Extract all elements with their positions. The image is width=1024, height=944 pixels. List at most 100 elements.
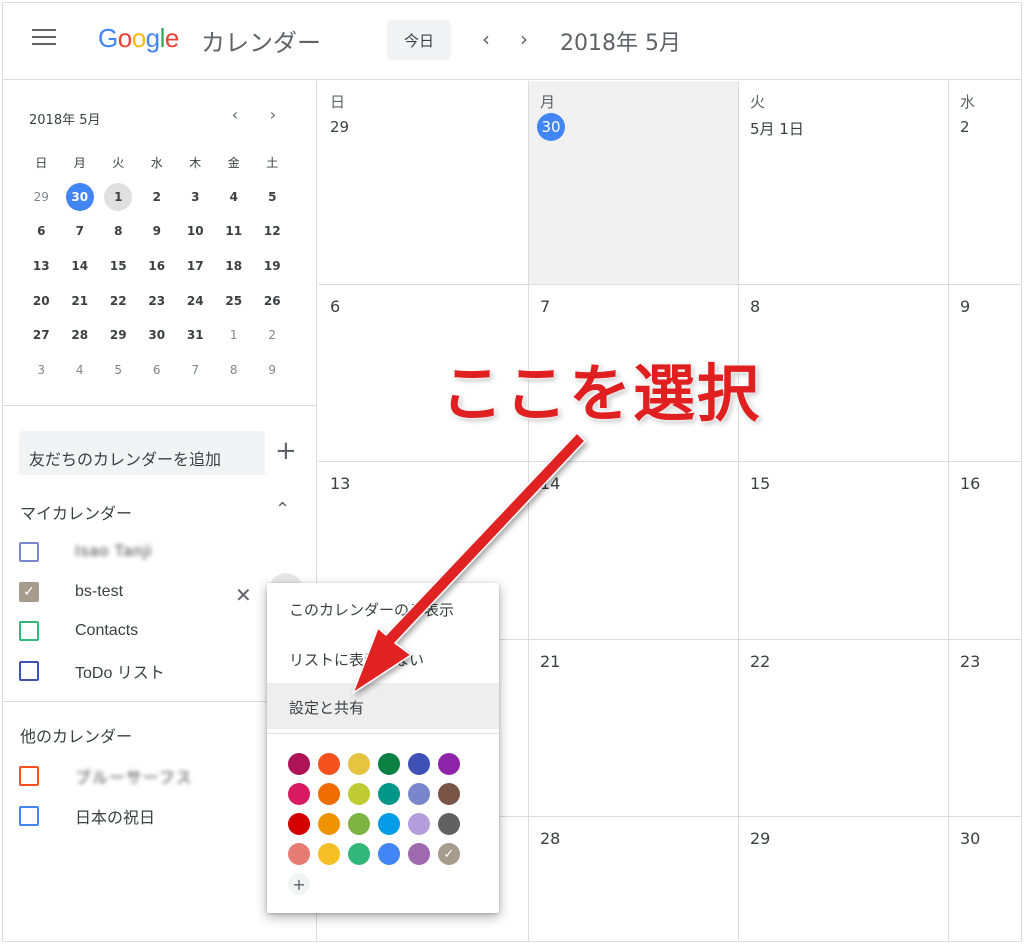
- mini-day[interactable]: 7: [176, 356, 215, 384]
- color-swatch[interactable]: [408, 813, 430, 835]
- color-swatch[interactable]: ✓: [438, 843, 460, 865]
- mini-day[interactable]: 3: [176, 183, 215, 211]
- mini-day[interactable]: 2: [138, 183, 177, 211]
- day-number[interactable]: 23: [960, 652, 980, 671]
- add-calendar-plus-icon[interactable]: +: [275, 436, 297, 466]
- mini-day[interactable]: 14: [61, 252, 100, 280]
- calendar-checkbox[interactable]: ✓: [19, 581, 39, 602]
- color-swatch[interactable]: [288, 753, 310, 775]
- mini-day[interactable]: 6: [138, 356, 177, 384]
- color-swatch[interactable]: [288, 843, 310, 865]
- calendar-checkbox[interactable]: [19, 660, 39, 681]
- mini-day[interactable]: 30: [61, 182, 100, 211]
- mini-day[interactable]: 16: [138, 252, 177, 280]
- remove-calendar-close-icon[interactable]: ✕: [235, 583, 252, 607]
- day-number[interactable]: 6: [330, 297, 340, 316]
- next-period-icon[interactable]: ›: [512, 27, 536, 51]
- color-swatch[interactable]: [378, 813, 400, 835]
- mini-day[interactable]: 4: [61, 356, 100, 384]
- mini-day[interactable]: 29: [22, 183, 61, 211]
- calendar-list-item[interactable]: 日本の祝日: [19, 801, 155, 831]
- color-swatch[interactable]: [378, 843, 400, 865]
- mini-day[interactable]: 3: [22, 356, 61, 384]
- main-menu-icon[interactable]: [32, 29, 56, 49]
- day-number[interactable]: 2: [960, 118, 970, 136]
- mini-day[interactable]: 1: [99, 182, 138, 211]
- color-swatch[interactable]: [288, 783, 310, 805]
- day-number[interactable]: 7: [540, 297, 550, 316]
- mini-day[interactable]: 29: [99, 321, 138, 349]
- menu-item-hide-from-list[interactable]: リストに表示しない: [267, 635, 499, 681]
- calendar-list-item[interactable]: ✓ bs-test: [19, 577, 123, 607]
- menu-item-show-only[interactable]: このカレンダーのみ表示: [267, 585, 499, 631]
- color-swatch[interactable]: [348, 753, 370, 775]
- day-number[interactable]: 15: [750, 474, 770, 493]
- day-number[interactable]: 30: [960, 829, 980, 848]
- day-number[interactable]: 13: [330, 474, 350, 493]
- day-number[interactable]: 29: [330, 118, 349, 136]
- mini-day[interactable]: 12: [253, 217, 292, 245]
- color-swatch[interactable]: [318, 783, 340, 805]
- mini-day[interactable]: 15: [99, 252, 138, 280]
- mini-day[interactable]: 11: [215, 217, 254, 245]
- day-number[interactable]: 16: [960, 474, 980, 493]
- mini-day[interactable]: 9: [253, 356, 292, 384]
- mini-day[interactable]: 13: [22, 252, 61, 280]
- calendar-checkbox[interactable]: [19, 542, 39, 562]
- day-number[interactable]: 14: [540, 474, 560, 493]
- mini-day[interactable]: 27: [22, 321, 61, 349]
- day-number[interactable]: 29: [750, 829, 770, 848]
- day-number[interactable]: 8: [750, 297, 760, 316]
- color-swatch[interactable]: [348, 813, 370, 835]
- mini-day[interactable]: 25: [215, 287, 254, 315]
- mini-next-month-icon[interactable]: ›: [263, 105, 283, 124]
- today-button[interactable]: 今日: [387, 20, 451, 60]
- color-swatch[interactable]: [438, 753, 460, 775]
- calendar-list-item[interactable]: Contacts: [19, 616, 138, 646]
- mini-day[interactable]: 17: [176, 252, 215, 280]
- color-swatch[interactable]: [378, 783, 400, 805]
- mini-day[interactable]: 1: [215, 321, 254, 349]
- color-swatch[interactable]: [318, 843, 340, 865]
- collapse-chevron-up-icon[interactable]: ⌃: [275, 499, 290, 520]
- mini-day[interactable]: 4: [215, 183, 254, 211]
- calendar-list-item[interactable]: ブルーサーフス: [19, 761, 193, 791]
- calendar-checkbox[interactable]: [19, 766, 39, 786]
- color-swatch[interactable]: [438, 813, 460, 835]
- calendar-list-item[interactable]: ToDo リスト: [19, 656, 165, 686]
- menu-item-settings-sharing[interactable]: 設定と共有: [267, 683, 499, 729]
- calendar-checkbox[interactable]: [19, 805, 39, 826]
- mini-day[interactable]: 10: [176, 217, 215, 245]
- mini-day[interactable]: 6: [22, 217, 61, 245]
- color-swatch[interactable]: [318, 813, 340, 835]
- mini-day[interactable]: 28: [61, 321, 100, 349]
- add-friend-calendar-input[interactable]: 友だちのカレンダーを追加: [19, 431, 265, 475]
- color-swatch[interactable]: [318, 753, 340, 775]
- mini-day[interactable]: 21: [61, 287, 100, 315]
- day-number[interactable]: 28: [540, 829, 560, 848]
- mini-day[interactable]: 19: [253, 252, 292, 280]
- mini-day[interactable]: 24: [176, 287, 215, 315]
- mini-day[interactable]: 22: [99, 287, 138, 315]
- add-custom-color-button[interactable]: +: [288, 873, 310, 895]
- day-number[interactable]: 21: [540, 652, 560, 671]
- color-swatch[interactable]: [348, 783, 370, 805]
- mini-day[interactable]: 23: [138, 287, 177, 315]
- mini-day[interactable]: 20: [22, 287, 61, 315]
- day-number[interactable]: 22: [750, 652, 770, 671]
- mini-day[interactable]: 18: [215, 252, 254, 280]
- calendar-checkbox[interactable]: [19, 621, 39, 641]
- day-number[interactable]: 9: [960, 297, 970, 316]
- mini-prev-month-icon[interactable]: ‹: [225, 105, 245, 124]
- calendar-list-item[interactable]: Isao Tanji: [19, 537, 152, 567]
- mini-day[interactable]: 9: [138, 217, 177, 245]
- today-date-badge[interactable]: 30: [537, 113, 565, 141]
- mini-day[interactable]: 8: [99, 217, 138, 245]
- color-swatch[interactable]: [408, 753, 430, 775]
- mini-day[interactable]: 5: [99, 356, 138, 384]
- mini-day[interactable]: 30: [138, 321, 177, 349]
- color-swatch[interactable]: [408, 843, 430, 865]
- mini-day[interactable]: 7: [61, 217, 100, 245]
- color-swatch[interactable]: [348, 843, 370, 865]
- mini-day[interactable]: 31: [176, 321, 215, 349]
